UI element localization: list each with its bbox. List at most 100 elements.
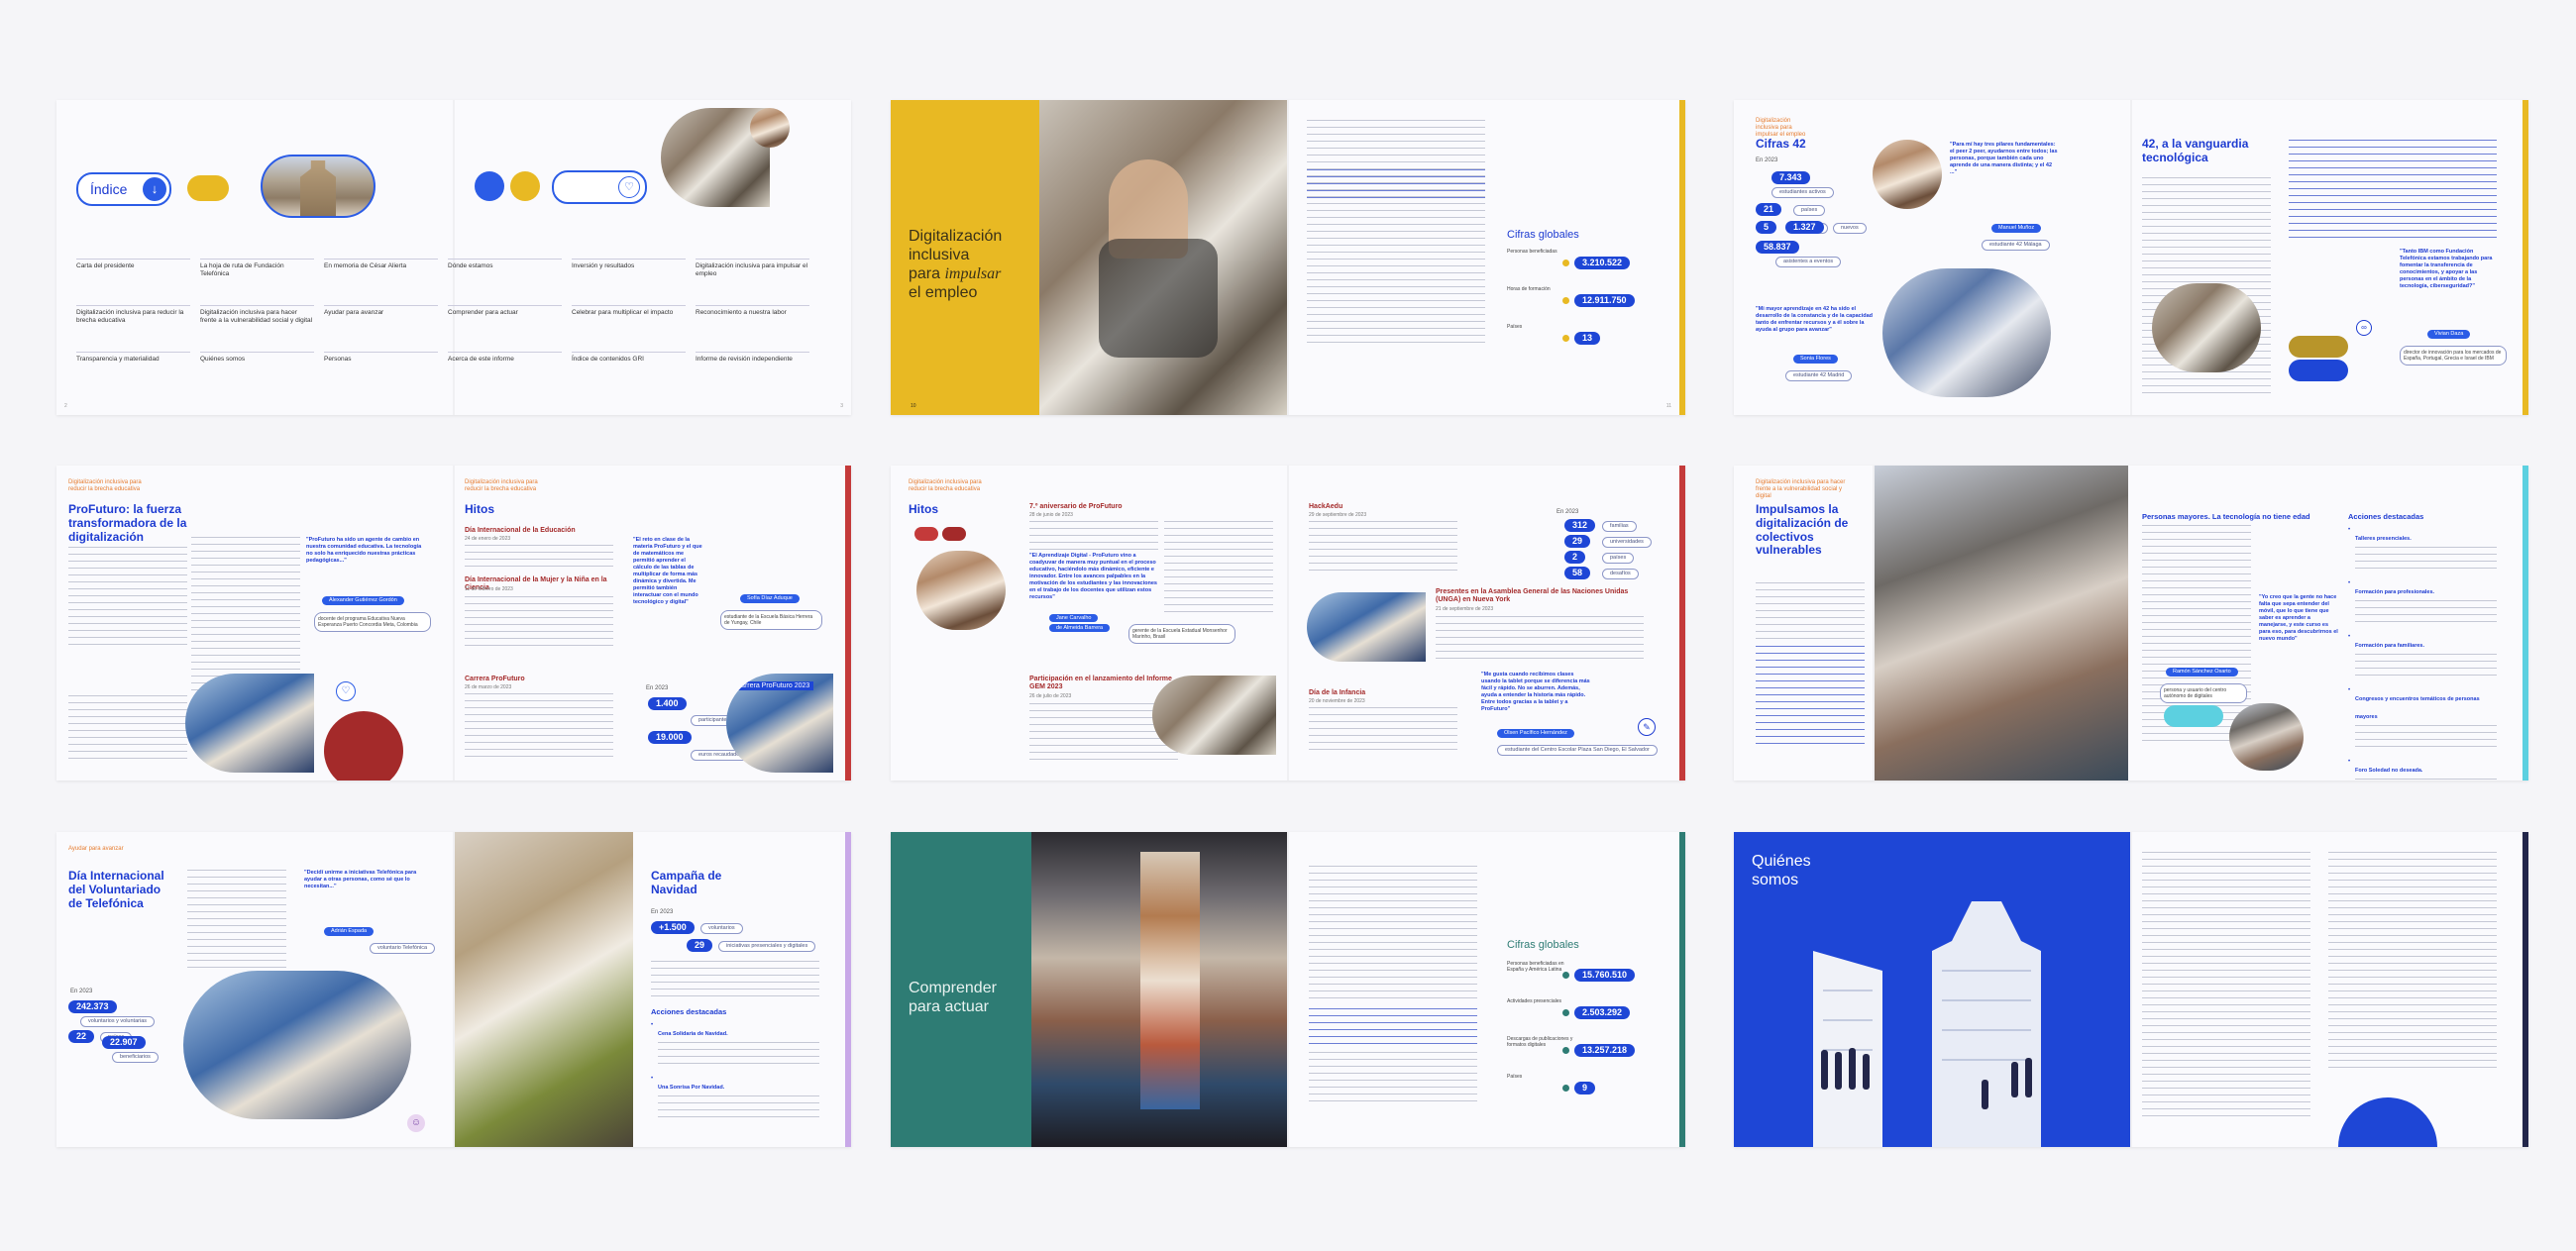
stat-value: 9: [1574, 1082, 1596, 1095]
comprender-stats: Personas beneficiadas en España y Améric…: [1507, 961, 1665, 1119]
index-entry[interactable]: Personas: [324, 352, 438, 398]
accion-text: [2355, 600, 2497, 628]
event-3-date: 26 de marzo de 2023: [465, 684, 512, 690]
quote-1: "Yo creo que la gente no hace falta que …: [2259, 594, 2338, 642]
stat-label: Personas beneficiadas: [1507, 249, 1557, 255]
spread-hitos: Digitalización inclusiva para reducir la…: [891, 466, 1685, 781]
quote-1: "Decidí unirme a iniciativas Telefónica …: [304, 870, 417, 889]
index-entry[interactable]: Digitalización inclusiva para impulsar e…: [696, 259, 809, 305]
stat-dot: [1562, 297, 1569, 304]
accion-item: Foro Soledad no deseada. •: [2348, 759, 2497, 781]
volunteers-photo: [183, 971, 411, 1119]
accion-item: Formación para familiares. •: [2348, 634, 2497, 681]
quote-1: "ProFuturo ha sido un agente de cambio e…: [306, 537, 422, 564]
index-entry[interactable]: Reconocimiento a nuestra labor: [696, 305, 809, 352]
index-entry[interactable]: Dónde estamos: [448, 259, 562, 305]
building-image: [261, 155, 376, 218]
accion-text: [2355, 725, 2497, 753]
index-entry[interactable]: Quiénes somos: [200, 352, 314, 398]
red-pill-deco-2: [942, 527, 966, 541]
stat-label: Países: [1507, 1074, 1523, 1080]
index-entry[interactable]: Carta del presidente: [76, 259, 190, 305]
figure-value: 22.907: [102, 1036, 146, 1049]
cover-title-1: Comprender: [909, 980, 997, 996]
year-label: En 2023: [1556, 509, 1579, 515]
spread-indice: Índice ↓ ♡ Carta del presidente La hoja d…: [56, 100, 851, 415]
section-tag: Digitalización inclusiva para reducir la…: [909, 479, 982, 492]
event-4-date: 21 de septiembre de 2023: [1436, 606, 1494, 612]
event-3: Carrera ProFuturo: [465, 676, 525, 682]
person-1: Jane Carvalho: [1049, 614, 1099, 622]
stat-dot: [1562, 260, 1569, 266]
index-entry[interactable]: Índice de contenidos GRI: [572, 352, 686, 398]
event-2-date: 26 de julio de 2023: [1029, 693, 1072, 699]
index-entry[interactable]: Comprender para actuar: [448, 305, 562, 352]
year-label-2: En 2023: [651, 909, 674, 915]
stat-dot: [1562, 335, 1569, 342]
elderly-photo: [1875, 466, 2128, 781]
race-photo: Carrera ProFuturo 2023: [726, 674, 833, 773]
event-photo: [1152, 676, 1276, 755]
stat-value: 13.257.218: [1574, 1044, 1636, 1057]
index-entry[interactable]: Celebrar para multiplicar el impacto: [572, 305, 686, 352]
index-entry[interactable]: La hoja de ruta de Fundación Telefónica: [200, 259, 314, 305]
vulnerables-title: Impulsamos la digitalización de colectiv…: [1756, 502, 1849, 558]
index-entry[interactable]: Informe de revisión independiente: [696, 352, 809, 398]
accion-title: Formación para profesionales.: [2355, 589, 2435, 595]
h2-vanguardia: 42, a la vanguardia tecnológica: [2142, 137, 2249, 164]
acciones-list: Talleres presenciales. • Formación para pr…: [2348, 527, 2497, 781]
classroom-photo: [185, 674, 314, 773]
cover-title-2: para: [909, 265, 945, 282]
stat-label: Horas de formación: [1507, 286, 1551, 292]
coding-photo: [1873, 140, 1942, 209]
students-photo: [1882, 268, 2051, 397]
section-tag: Digitalización inclusiva para impulsar e…: [1756, 118, 1806, 138]
hackathon-photo: [1307, 592, 1426, 662]
bullet-icon: •: [2348, 580, 2351, 586]
stat-dot: [1562, 1085, 1569, 1092]
stat-value: 13: [1574, 332, 1601, 345]
accion-text: [2355, 654, 2497, 681]
accion-text: [2355, 779, 2497, 781]
arrow-down-icon: ↓: [143, 177, 166, 201]
person-1: Ramón Sánchez Osarto: [2166, 668, 2238, 677]
index-entry[interactable]: Ayudar para avanzar: [324, 305, 438, 352]
race-banner: Carrera ProFuturo 2023: [732, 681, 814, 690]
index-entry[interactable]: Inversión y resultados: [572, 259, 686, 305]
hitos-title: Hitos: [909, 502, 938, 516]
acciones-list: Cena Solidaria de Navidad. • Una Sonrisa P…: [651, 1022, 819, 1131]
stat-value: 2.503.292: [1574, 1006, 1631, 1019]
stat-dot: [1562, 1009, 1569, 1016]
figure-label: estudiantes activos: [1771, 187, 1834, 198]
indice-button[interactable]: Índice ↓: [76, 172, 171, 206]
person-1-role: voluntario Telefónica: [370, 943, 436, 954]
link-icon: ∞: [2356, 320, 2372, 336]
section-tag-2: Digitalización inclusiva para reducir la…: [465, 479, 538, 492]
accion-item: Cena Solidaria de Navidad. •: [651, 1022, 819, 1070]
heart-pill: ♡: [552, 170, 647, 204]
person-1-role: persona y usuario del centro autónomo de…: [2160, 683, 2247, 703]
year-label: En 2023: [1756, 157, 1778, 163]
quote-1: "Para mí hay tres pilares fundamentales:…: [1950, 142, 2058, 175]
index-entry[interactable]: Transparencia y materialidad: [76, 352, 190, 398]
person-1-role: docente del programa Educativa Nueva Esp…: [314, 612, 431, 632]
index-entry[interactable]: Acerca de este informe: [448, 352, 562, 398]
index-entry[interactable]: En memoria de César Alierta: [324, 259, 438, 305]
figure-label: países: [1793, 205, 1826, 216]
yellow-circle-deco: [510, 171, 540, 201]
bullet-icon: •: [2348, 759, 2351, 765]
profuturo-title: ProFuturo: la fuerza transformadora de l…: [68, 502, 187, 544]
event-2: Participación en el lanzamiento del Info…: [1029, 676, 1172, 691]
event-1: 7.º aniversario de ProFuturo: [1029, 503, 1123, 510]
person-2-role: estudiante 42 Madrid: [1785, 370, 1853, 381]
index-entry[interactable]: Digitalización inclusiva para hacer fren…: [200, 305, 314, 352]
quote-1: "El Aprendizaje Digital - ProFuturo vino…: [1029, 553, 1157, 600]
figure-value: 7.343: [1771, 171, 1810, 184]
cifras42-numbers: 7.343estudiantes activos21países5campus1…: [1756, 171, 1875, 280]
index-entry[interactable]: Digitalización inclusiva para reducir la…: [76, 305, 190, 352]
event-5-date: 20 de noviembre de 2023: [1309, 698, 1365, 704]
bullet-icon: •: [651, 1022, 654, 1028]
accion-title: Talleres presenciales.: [2355, 536, 2412, 542]
acciones-title: Acciones destacadas: [651, 1007, 727, 1016]
blue-circle-deco: [475, 171, 504, 201]
